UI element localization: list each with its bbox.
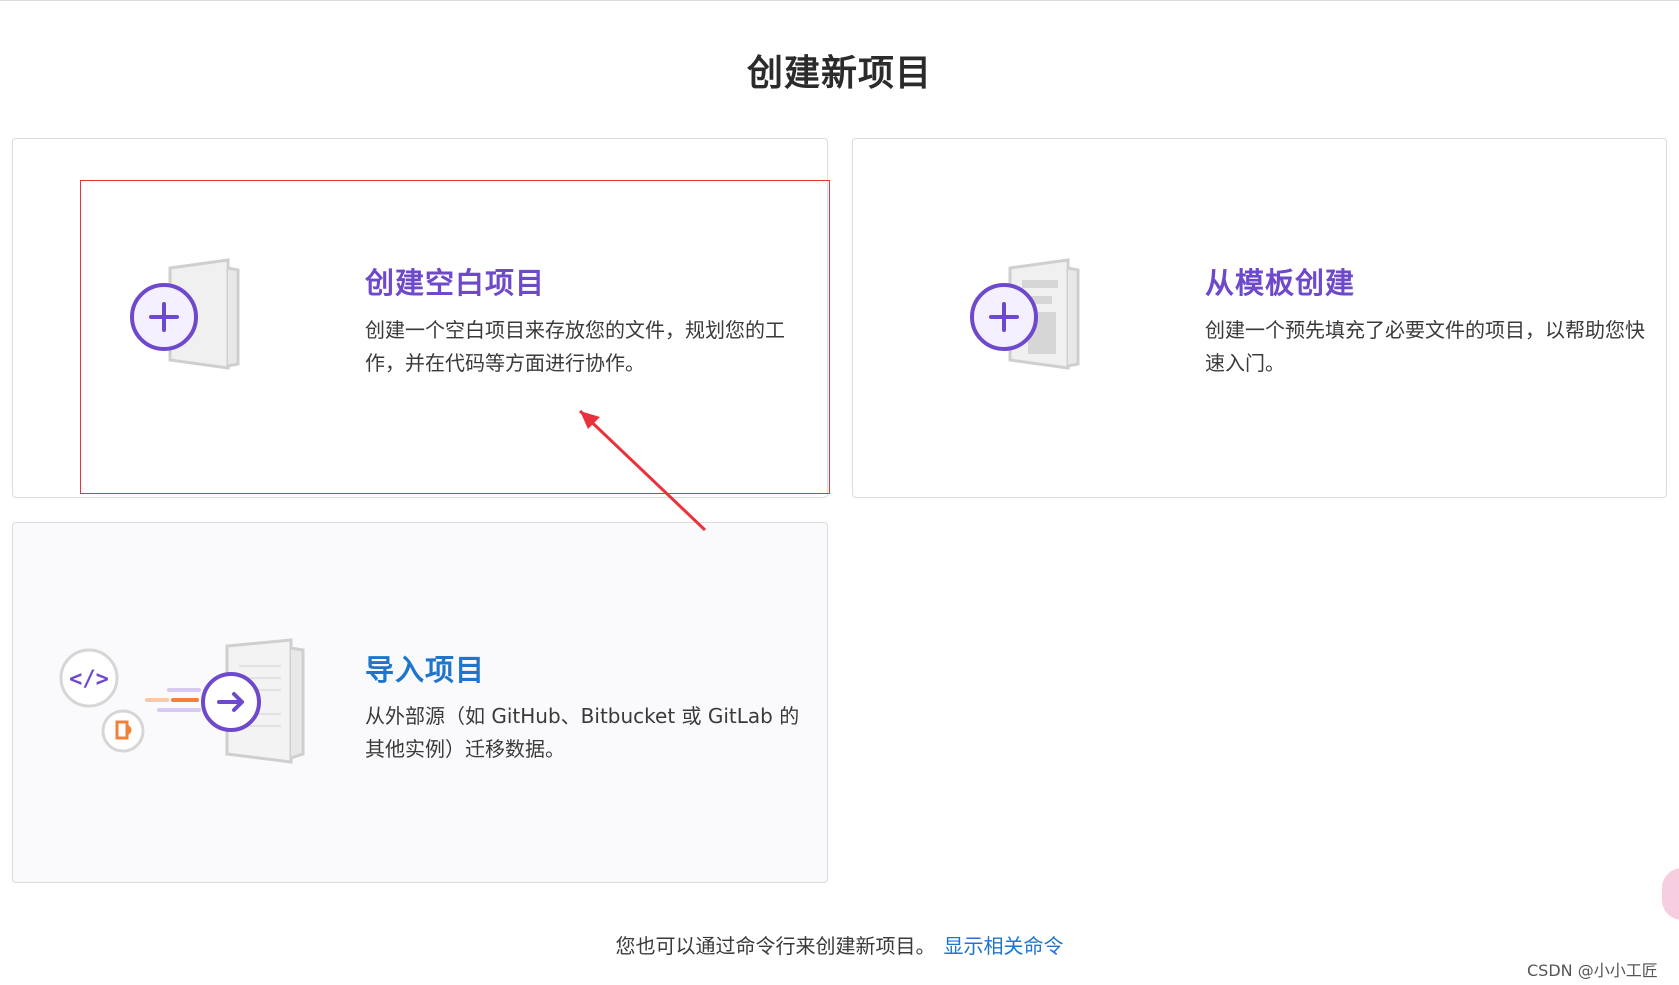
footer-text: 您也可以通过命令行来创建新项目。 [615,934,936,958]
template-project-description: 创建一个预先填充了必要文件的项目，以帮助您快速入门。 [1205,318,1645,375]
annotation-arrow-icon [578,409,707,532]
create-from-template-card[interactable]: 从模板创建 创建一个预先填充了必要文件的项目，以帮助您快速入门。 [852,138,1667,498]
top-divider [0,0,1679,1]
blank-project-icon [130,258,240,370]
floating-help-bubble[interactable] [1662,868,1679,920]
show-commands-link[interactable]: 显示相关命令 [944,934,1064,958]
import-project-description: 从外部源（如 GitHub、Bitbucket 或 GitLab 的其他实例）迁… [365,704,800,761]
page-title: 创建新项目 [746,53,932,94]
template-project-title: 从模板创建 [1205,266,1356,300]
blank-project-description: 创建一个空白项目来存放您的文件，规划您的工作，并在代码等方面进行协作。 [365,318,785,375]
template-project-icon [970,258,1080,370]
watermark: CSDN @小小工匠 [1527,961,1658,980]
svg-text:</>: </> [69,667,109,692]
blank-project-title: 创建空白项目 [365,266,546,300]
import-project-icon: </> [59,638,305,764]
import-project-title: 导入项目 [365,653,486,687]
import-project-card[interactable]: </> 导入项目 从外部源（如 GitHub、Bitbucket 或 GitLa… [12,522,828,883]
footer: 您也可以通过命令行来创建新项目。 显示相关命令 [0,930,1679,959]
